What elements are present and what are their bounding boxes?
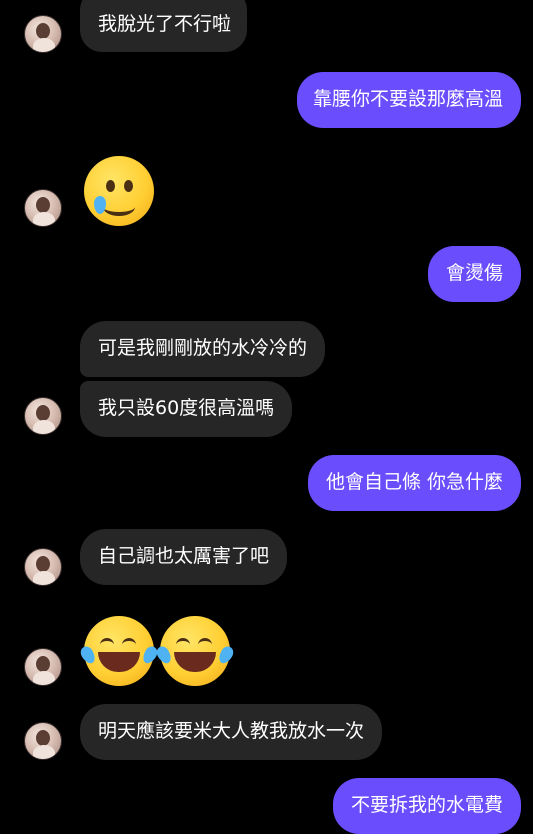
outgoing-message[interactable]: 靠腰你不要設那麼高溫 [296,72,521,128]
contact-avatar[interactable] [24,15,62,53]
smiling-face-with-tear-emoji [84,156,154,226]
outgoing-message[interactable]: 不要拆我的水電費 [332,778,521,834]
outgoing-message[interactable]: 會燙傷 [427,246,521,302]
incoming-message[interactable]: 我只設60度很高溫嗎 [80,381,293,437]
incoming-message[interactable]: 我脫光了不行啦 [80,0,248,52]
emoji-message[interactable]: 🥲 [84,156,154,226]
contact-avatar[interactable] [24,722,62,760]
emoji-message[interactable]: 😂😂 [78,616,236,686]
outgoing-message[interactable]: 他會自己條 你急什麼 [307,455,521,511]
message-thread[interactable]: 我脫光了不行啦 靠腰你不要設那麼高溫 🥲 會燙傷 可是我剛剛放的水冷冷的 我只設… [0,0,533,834]
incoming-message[interactable]: 可是我剛剛放的水冷冷的 [80,321,326,377]
contact-avatar[interactable] [24,648,62,686]
contact-avatar[interactable] [24,189,62,227]
contact-avatar[interactable] [24,397,62,435]
incoming-message[interactable]: 明天應該要米大人教我放水一次 [80,704,383,760]
incoming-message[interactable]: 自己調也太厲害了吧 [80,529,288,585]
contact-avatar[interactable] [24,548,62,586]
face-with-tears-of-joy-emoji [78,616,160,686]
face-with-tears-of-joy-emoji [154,616,236,686]
